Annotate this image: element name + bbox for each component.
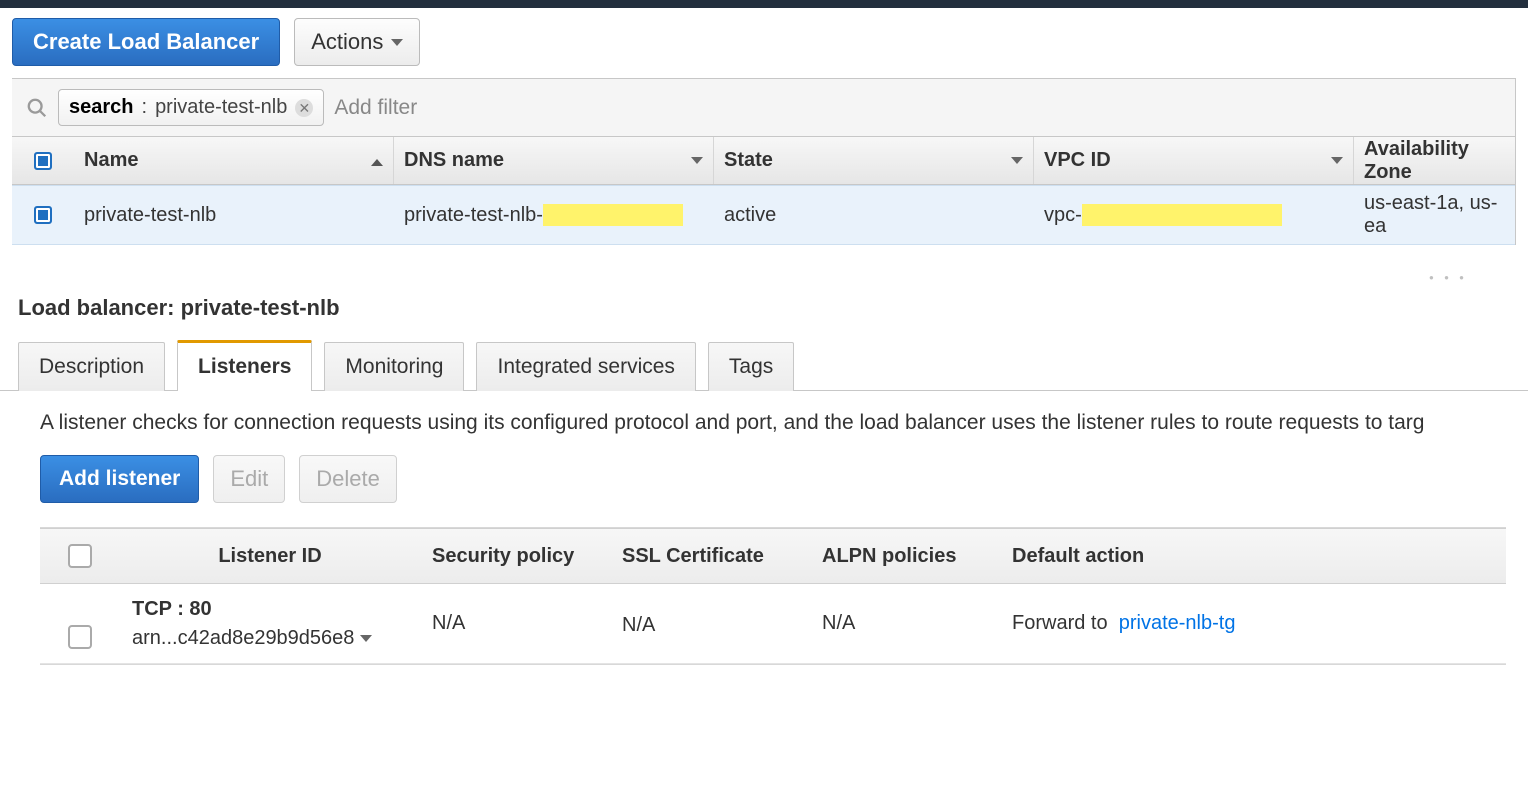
tab-description[interactable]: Description (18, 342, 165, 391)
cell-vpc: vpc- (1034, 186, 1354, 244)
column-header-vpc[interactable]: VPC ID (1034, 137, 1354, 184)
cell-default-action: Forward to private-nlb-tg (1000, 602, 1506, 645)
edit-listener-button[interactable]: Edit (213, 455, 285, 503)
tabs: Description Listeners Monitoring Integra… (0, 339, 1528, 391)
listener-row[interactable]: TCP : 80 arn...c42ad8e29b9d56e8 N/A N/A … (40, 584, 1506, 664)
listener-row-checkbox[interactable] (68, 625, 92, 649)
listener-protocol: TCP : 80 (132, 598, 212, 621)
console-topbar (0, 0, 1528, 8)
chip-key: search (69, 96, 134, 119)
chevron-down-icon (1011, 157, 1023, 164)
listeners-table: Listener ID Security policy SSL Certific… (40, 527, 1506, 665)
lb-table-header: Name DNS name State VPC ID Availability … (12, 137, 1515, 185)
actions-label: Actions (311, 29, 383, 55)
listeners-description: A listener checks for connection request… (40, 411, 1506, 435)
load-balancers-panel: search : private-test-nlb ✕ Add filter N… (12, 78, 1516, 245)
cell-state: active (714, 186, 1034, 244)
panel-gap (0, 245, 1528, 273)
column-header-security-policy[interactable]: Security policy (420, 535, 610, 578)
column-header-listener-id[interactable]: Listener ID (120, 535, 420, 578)
select-all-checkbox[interactable] (34, 152, 52, 170)
cell-az: us-east-1a, us-ea (1354, 186, 1515, 244)
chevron-down-icon[interactable] (360, 635, 372, 642)
redacted-block (1082, 204, 1282, 226)
listener-arn: arn...c42ad8e29b9d56e8 (132, 627, 372, 650)
tab-integrated-services[interactable]: Integrated services (476, 342, 695, 391)
column-header-dns[interactable]: DNS name (394, 137, 714, 184)
add-listener-button[interactable]: Add listener (40, 455, 199, 503)
column-header-az[interactable]: Availability Zone (1354, 137, 1515, 184)
redacted-block (543, 204, 683, 226)
chip-value: private-test-nlb (155, 96, 287, 119)
actions-dropdown[interactable]: Actions (294, 18, 420, 66)
chevron-down-icon (1331, 157, 1343, 164)
target-group-link[interactable]: private-nlb-tg (1119, 612, 1236, 635)
row-checkbox[interactable] (34, 206, 52, 224)
column-header-default-action[interactable]: Default action (1000, 535, 1506, 578)
select-all-listeners-checkbox[interactable] (68, 544, 92, 568)
tab-monitoring[interactable]: Monitoring (324, 342, 464, 391)
resize-handle[interactable]: ● ● ● (0, 273, 1528, 287)
cell-name: private-test-nlb (74, 186, 394, 244)
search-icon (26, 97, 48, 119)
column-header-state[interactable]: State (714, 137, 1034, 184)
detail-title: Load balancer: private-test-nlb (0, 287, 1528, 339)
search-filter-chip[interactable]: search : private-test-nlb ✕ (58, 89, 324, 126)
cell-ssl-certificate: N/A (610, 600, 810, 647)
listeners-table-header: Listener ID Security policy SSL Certific… (40, 528, 1506, 584)
column-header-name[interactable]: Name (74, 137, 394, 184)
chevron-down-icon (391, 39, 403, 46)
close-icon[interactable]: ✕ (295, 99, 313, 117)
tab-listeners[interactable]: Listeners (177, 340, 312, 391)
toolbar: Create Load Balancer Actions (0, 8, 1528, 78)
cell-listener-id: TCP : 80 arn...c42ad8e29b9d56e8 (120, 588, 420, 660)
listeners-actions: Add listener Edit Delete (40, 455, 1506, 503)
create-load-balancer-button[interactable]: Create Load Balancer (12, 18, 280, 66)
listeners-panel: A listener checks for connection request… (0, 391, 1528, 705)
cell-security-policy: N/A (420, 602, 610, 645)
column-header-ssl-certificate[interactable]: SSL Certificate (610, 535, 810, 578)
cell-dns: private-test-nlb- (394, 186, 714, 244)
table-row[interactable]: private-test-nlb private-test-nlb- activ… (12, 185, 1515, 245)
column-header-alpn-policies[interactable]: ALPN policies (810, 535, 1000, 578)
search-bar: search : private-test-nlb ✕ Add filter (12, 79, 1515, 137)
chevron-down-icon (691, 157, 703, 164)
cell-alpn-policies: N/A (810, 602, 1000, 645)
add-filter-input[interactable]: Add filter (334, 96, 417, 120)
sort-icon (371, 159, 383, 166)
delete-listener-button[interactable]: Delete (299, 455, 397, 503)
tab-tags[interactable]: Tags (708, 342, 794, 391)
